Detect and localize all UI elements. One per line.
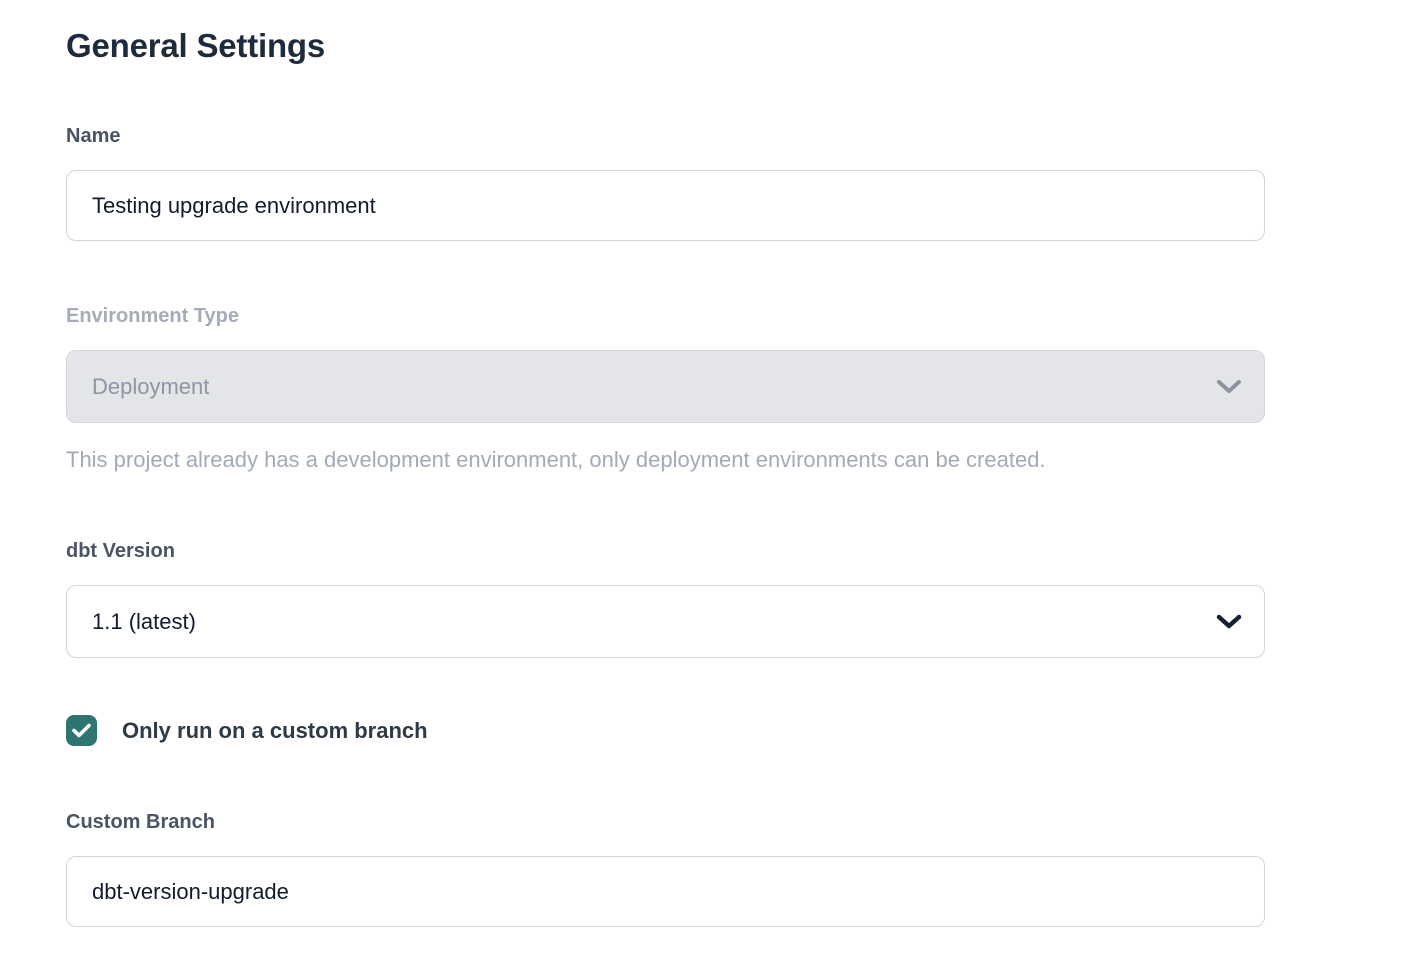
dbt-version-select[interactable]: 1.1 (latest) bbox=[66, 585, 1265, 658]
custom-branch-field-group: Custom Branch bbox=[66, 810, 1265, 927]
dbt-version-label: dbt Version bbox=[66, 539, 1265, 563]
dbt-version-value: 1.1 (latest) bbox=[92, 609, 196, 635]
page-title: General Settings bbox=[66, 26, 1265, 66]
name-field-group: Name bbox=[66, 124, 1265, 241]
custom-branch-input[interactable] bbox=[66, 856, 1265, 927]
environment-type-select: Deployment bbox=[66, 350, 1265, 423]
environment-type-helper-text: This project already has a development e… bbox=[66, 446, 1265, 474]
chevron-down-icon bbox=[1216, 614, 1242, 630]
environment-type-field-group: Environment Type Deployment This project… bbox=[66, 304, 1265, 474]
spacer bbox=[66, 658, 1265, 715]
only-custom-branch-row: Only run on a custom branch bbox=[66, 715, 1265, 746]
spacer bbox=[66, 241, 1265, 304]
only-custom-branch-checkbox[interactable] bbox=[66, 715, 97, 746]
dbt-version-field-group: dbt Version 1.1 (latest) bbox=[66, 539, 1265, 658]
spacer bbox=[66, 746, 1265, 810]
name-label: Name bbox=[66, 124, 1265, 148]
spacer bbox=[66, 474, 1265, 539]
environment-type-label: Environment Type bbox=[66, 304, 1265, 328]
check-icon bbox=[72, 723, 91, 738]
environment-type-value: Deployment bbox=[92, 374, 209, 400]
name-input[interactable] bbox=[66, 170, 1265, 241]
chevron-down-icon bbox=[1216, 379, 1242, 395]
general-settings-page: General Settings Name Environment Type D… bbox=[0, 0, 1406, 958]
only-custom-branch-label: Only run on a custom branch bbox=[122, 718, 428, 744]
custom-branch-label: Custom Branch bbox=[66, 810, 1265, 834]
